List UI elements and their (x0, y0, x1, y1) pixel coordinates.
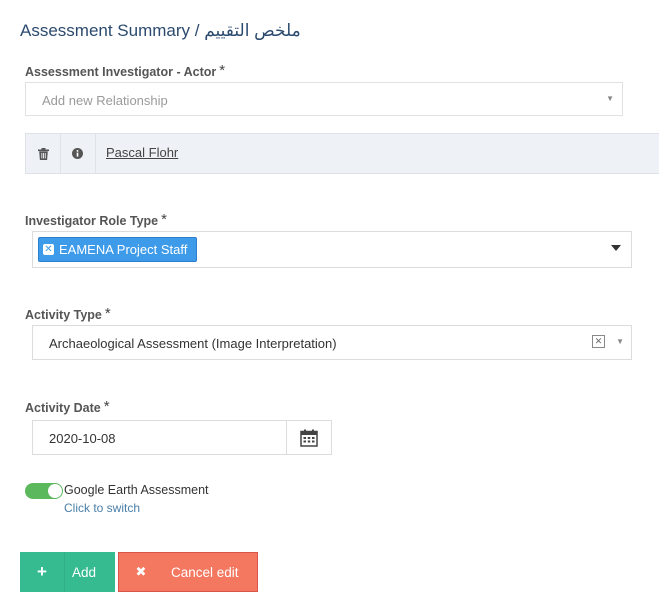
required-asterisk: * (219, 62, 226, 79)
investigator-label: Assessment Investigator - Actor * (25, 62, 226, 80)
caret-down-icon: ▼ (616, 337, 624, 346)
toggle-hint[interactable]: Click to switch (64, 501, 140, 515)
required-asterisk: * (161, 211, 167, 228)
activity-type-select[interactable]: Archaeological Assessment (Image Interpr… (32, 325, 632, 360)
cancel-edit-button[interactable]: ✖ Cancel edit (118, 552, 258, 592)
related-actor-link[interactable]: Pascal Flohr (106, 145, 178, 160)
toggle-knob (48, 484, 62, 498)
close-icon: ✖ (135, 564, 147, 579)
role-type-select[interactable]: ✕ EAMENA Project Staff (32, 231, 632, 268)
info-icon (72, 148, 83, 159)
trash-icon (37, 147, 49, 160)
investigator-label-text: Assessment Investigator - Actor (25, 65, 217, 79)
activity-type-label: Activity Type * (25, 305, 111, 323)
activity-date-input[interactable]: 2020-10-08 (32, 420, 287, 455)
button-divider (64, 552, 65, 592)
add-button-label: Add (72, 564, 97, 580)
caret-down-icon[interactable] (611, 245, 621, 251)
plus-icon: + (37, 562, 47, 581)
caret-down-icon: ▼ (606, 94, 614, 103)
relationship-placeholder: Add new Relationship (42, 93, 168, 108)
activity-type-value: Archaeological Assessment (Image Interpr… (49, 336, 337, 351)
activity-date-label: Activity Date * (25, 398, 110, 416)
google-earth-toggle[interactable] (25, 483, 63, 499)
role-tag-label: EAMENA Project Staff (59, 242, 188, 257)
calendar-button[interactable] (286, 420, 332, 455)
cancel-button-label: Cancel edit (171, 564, 239, 580)
activity-type-label-text: Activity Type (25, 308, 102, 322)
relationship-row: Pascal Flohr (25, 133, 659, 174)
role-type-label: Investigator Role Type * (25, 211, 167, 229)
clear-icon[interactable]: ✕ (592, 335, 605, 348)
google-earth-label: Google Earth Assessment (64, 483, 209, 497)
activity-date-value: 2020-10-08 (49, 431, 116, 446)
activity-date-label-text: Activity Date (25, 401, 101, 415)
role-type-label-text: Investigator Role Type (25, 214, 159, 228)
calendar-icon (300, 429, 318, 447)
add-button[interactable]: + Add (20, 552, 115, 592)
tag-remove-icon[interactable]: ✕ (43, 244, 54, 255)
required-asterisk: * (104, 305, 111, 322)
relationship-select[interactable]: Add new Relationship ▼ (25, 82, 623, 116)
info-button[interactable] (60, 134, 96, 173)
delete-button[interactable] (26, 134, 61, 173)
role-tag: ✕ EAMENA Project Staff (38, 237, 198, 262)
page-title: Assessment Summary / ملخص التقييم (20, 21, 301, 40)
required-asterisk: * (103, 398, 110, 415)
